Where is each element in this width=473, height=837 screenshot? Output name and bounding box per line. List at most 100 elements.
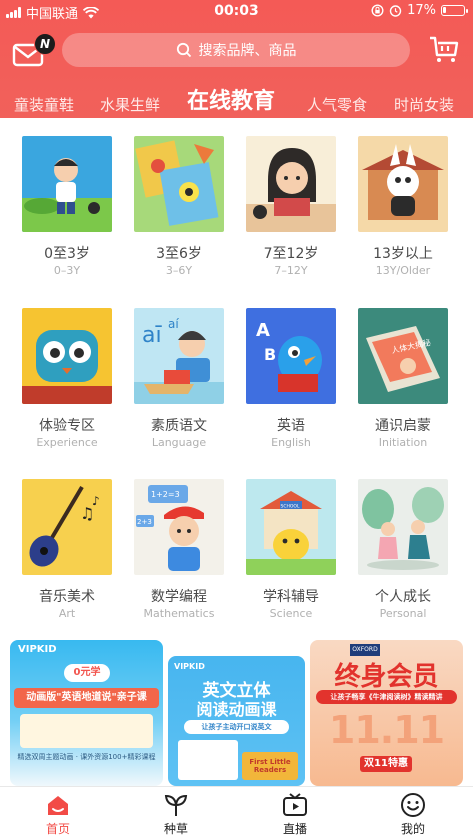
tab-label: 首页 xyxy=(45,822,70,836)
tab-women-fashion[interactable]: 时尚女装 xyxy=(394,94,454,115)
tab-online-education[interactable]: 在线教育 xyxy=(187,83,275,115)
grid-label-en: 3–6Y xyxy=(165,264,193,277)
status-bar: 中国联通 00:03 17% xyxy=(0,0,473,22)
grid-item-mathematics[interactable]: 1+2=3 2+3 数学编程 Mathematics xyxy=(123,479,235,621)
sprout-icon xyxy=(164,794,188,816)
tab-snacks[interactable]: 人气零食 xyxy=(307,94,367,115)
banner-sub: 让孩子主动开口说英文 xyxy=(184,720,289,734)
tab-home[interactable]: 首页 xyxy=(18,787,98,837)
tab-label: 种草 xyxy=(163,822,188,836)
grid-item-personal[interactable]: 个人成长 Personal xyxy=(347,479,459,621)
banner-logo: VIPKID xyxy=(174,662,205,671)
banner-tag: 0元学 xyxy=(64,664,110,682)
grid-label-en: 7–12Y xyxy=(274,264,308,277)
banner-illustration xyxy=(20,714,153,748)
grid-item-0-3y[interactable]: 0至3岁 0–3Y xyxy=(11,136,123,278)
search-icon xyxy=(176,42,191,58)
smiley-icon xyxy=(401,793,425,817)
thumb-art: ♫ ♪ xyxy=(22,479,112,575)
home-icon xyxy=(48,796,68,815)
school-sign-text: SCHOOL xyxy=(281,504,300,510)
grid-label-zh: 个人成长 xyxy=(375,589,431,605)
letter-a-text: A xyxy=(256,320,270,341)
thumb-personal xyxy=(358,479,448,575)
thumb-3-6y xyxy=(134,136,224,232)
thumb-13y-plus xyxy=(358,136,448,232)
grid-label-zh: 学科辅导 xyxy=(263,589,319,605)
banner-big-number: 11.11 xyxy=(328,708,445,752)
svg-text:♪: ♪ xyxy=(92,494,100,508)
grid-label-en: 13Y/Older xyxy=(375,264,431,277)
math-top-text: 1+2=3 xyxy=(151,490,180,499)
grid-label-zh: 英语 xyxy=(277,418,305,434)
category-tabs: 童装童鞋 水果生鲜 在线教育 人气零食 时尚女装 xyxy=(0,80,473,118)
grid-label-en: Mathematics xyxy=(143,607,215,620)
grid-label-en: Initiation xyxy=(378,436,428,449)
thumb-experience xyxy=(22,308,112,404)
grid-label-zh: 3至6岁 xyxy=(156,246,202,262)
grid-item-art[interactable]: ♫ ♪ 音乐美术 Art xyxy=(11,479,123,621)
banner-book: First Little Readers xyxy=(242,752,298,780)
grid-label-zh: 体验专区 xyxy=(39,418,95,434)
grid-label-zh: 通识启蒙 xyxy=(375,418,431,434)
grid-label-en: Art xyxy=(58,607,76,620)
search-placeholder: 搜索品牌、商品 xyxy=(198,43,297,59)
grid-label-en: Language xyxy=(151,436,207,449)
grid-label-zh: 7至12岁 xyxy=(263,246,319,262)
thumb-science: SCHOOL xyxy=(246,479,336,575)
tab-fresh-fruit[interactable]: 水果生鲜 xyxy=(100,94,160,115)
grid-item-7-12y[interactable]: 7至12岁 7–12Y xyxy=(235,136,347,278)
grid-label-zh: 素质语文 xyxy=(151,418,207,434)
banner-logo: OXFORD xyxy=(350,644,380,656)
grid-label-zh: 0至3岁 xyxy=(44,246,90,262)
grid-item-initiation[interactable]: 人体大揭秘 通识启蒙 Initiation xyxy=(347,308,459,450)
grid-item-language[interactable]: aī aí 素质语文 Language xyxy=(123,308,235,450)
thumb-language: aī aí xyxy=(134,308,224,404)
tv-icon xyxy=(283,793,307,816)
promo-banner-lifetime-member[interactable]: OXFORD 终身会员 让孩子畅享《牛津阅读树》精读精讲 11.11 双11特惠 xyxy=(310,640,463,786)
tab-label: 我的 xyxy=(400,822,425,836)
thumb-english: A B xyxy=(246,308,336,404)
grid-label-zh: 13岁以上 xyxy=(373,246,433,262)
bottom-tab-bar: 首页 种草 直播 我的 xyxy=(0,786,473,837)
status-right: 17% xyxy=(371,3,468,18)
grid-label-zh: 音乐美术 xyxy=(39,589,95,605)
cart-icon[interactable] xyxy=(428,34,460,64)
promo-banner-reading-course[interactable]: VIPKID 英文立体 阅读动画课 让孩子主动开口说英文 First Littl… xyxy=(168,656,305,786)
phonics-text-2: aí xyxy=(168,317,179,331)
banner-tag: 双11特惠 xyxy=(360,756,412,772)
banner-sub: 让孩子畅享《牛津阅读树》精读精讲 xyxy=(316,690,457,704)
rotation-lock-icon xyxy=(371,4,384,17)
grid-label-en: English xyxy=(271,436,311,449)
grid-item-13y-plus[interactable]: 13岁以上 13Y/Older xyxy=(347,136,459,278)
grid-item-science[interactable]: SCHOOL 学科辅导 Science xyxy=(235,479,347,621)
grid-item-experience[interactable]: 体验专区 Experience xyxy=(11,308,123,450)
tab-kids-clothing[interactable]: 童装童鞋 xyxy=(14,94,74,115)
grid-label-en: 0–3Y xyxy=(53,264,81,277)
alarm-icon xyxy=(389,5,402,17)
banner-card xyxy=(178,740,238,780)
thumb-7-12y xyxy=(246,136,336,232)
grid-label-en: Science xyxy=(269,607,313,620)
thumb-initiation: 人体大揭秘 xyxy=(358,308,448,404)
tab-label: 直播 xyxy=(282,822,307,836)
promo-banner-animation-course[interactable]: VIPKID 0元学 动画版"英语地道说"亲子课 精选双周主题动画 · 课外资源… xyxy=(10,640,163,786)
tab-me[interactable]: 我的 xyxy=(373,787,453,837)
phonics-text: aī xyxy=(142,323,162,348)
banner-sub: 精选双周主题动画 · 课外资源100+精彩课程 xyxy=(17,753,156,761)
letter-b-text: B xyxy=(264,345,276,364)
battery-icon xyxy=(441,5,468,16)
header: 中国联通 00:03 17% N 搜索品牌、商品 童装童鞋 水果生鲜 在线教育 … xyxy=(0,0,473,118)
math-mid-text: 2+3 xyxy=(137,518,152,526)
tab-discover[interactable]: 种草 xyxy=(136,787,216,837)
banner-logo: VIPKID xyxy=(18,644,57,655)
tab-live[interactable]: 直播 xyxy=(255,787,335,837)
mail-badge: N xyxy=(34,33,56,55)
banner-headline-2: 阅读动画课 xyxy=(196,700,277,719)
grid-label-en: Personal xyxy=(379,607,427,620)
banner-headline: 动画版"英语地道说"亲子课 xyxy=(14,688,159,708)
grid-label-zh: 数学编程 xyxy=(151,589,207,605)
grid-item-3-6y[interactable]: 3至6岁 3–6Y xyxy=(123,136,235,278)
search-bar[interactable]: 搜索品牌、商品 xyxy=(62,33,410,67)
grid-item-english[interactable]: A B 英语 English xyxy=(235,308,347,450)
